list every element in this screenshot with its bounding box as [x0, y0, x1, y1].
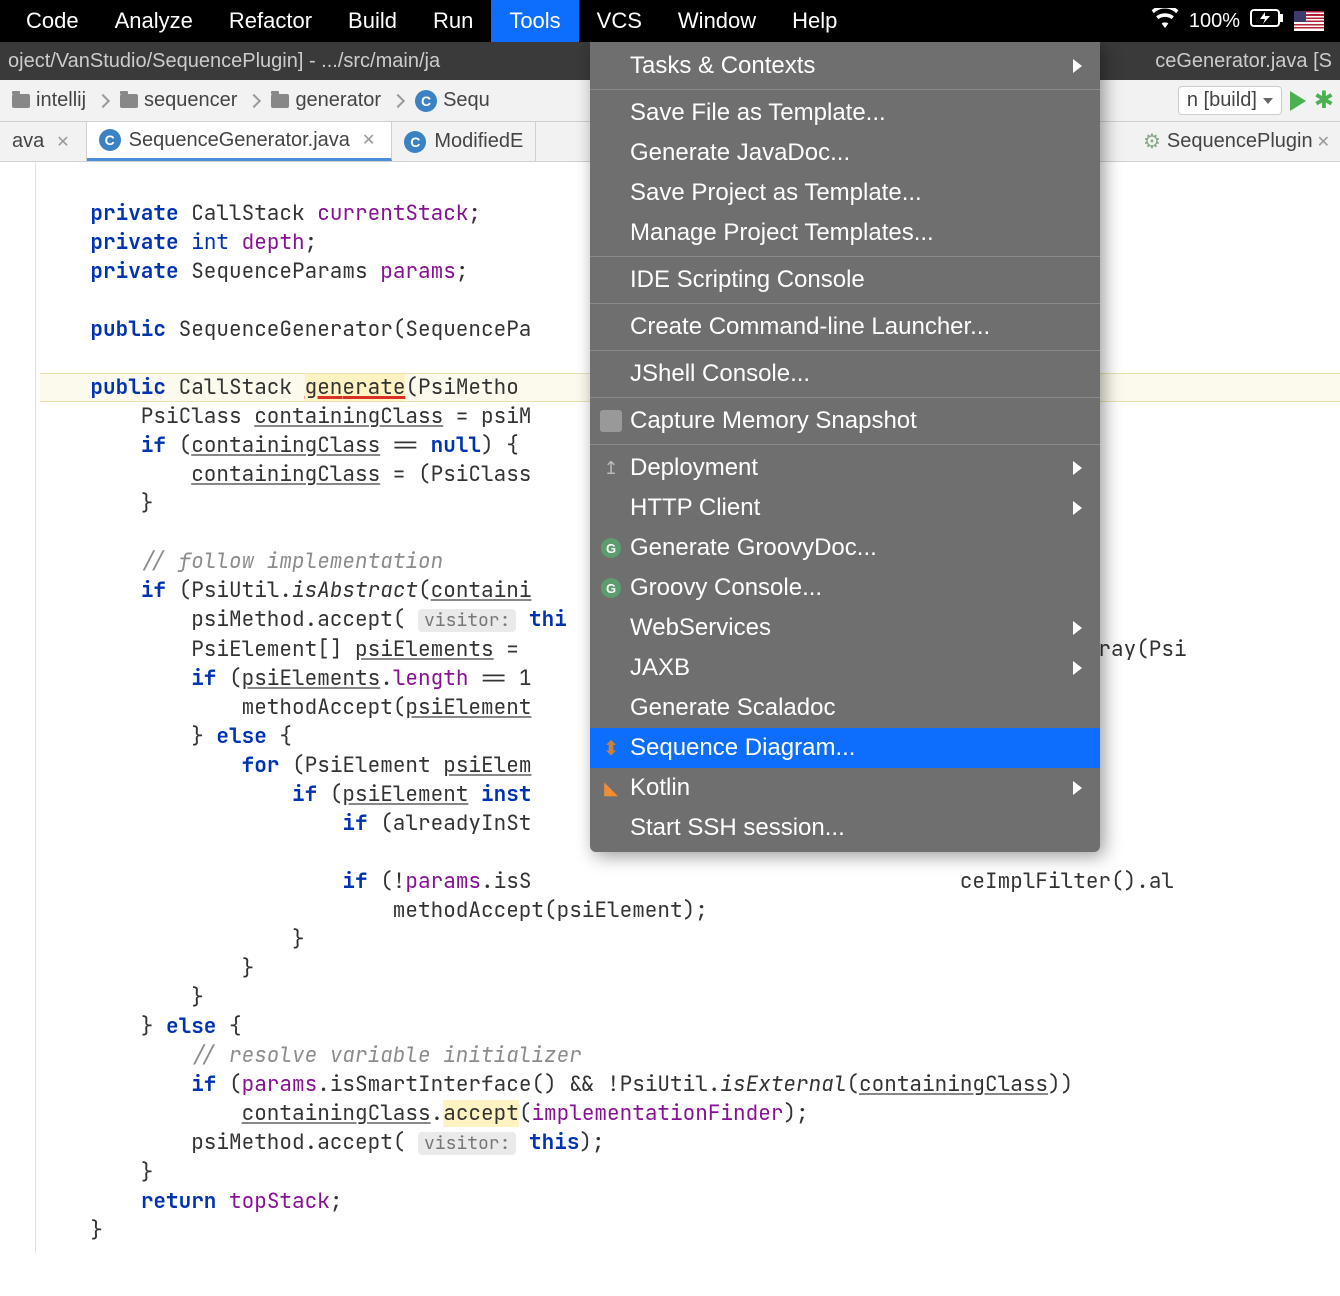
menu-analyze[interactable]: Analyze — [97, 0, 211, 42]
menu-code[interactable]: Code — [8, 0, 97, 42]
battery-icon — [1250, 9, 1284, 33]
menu-separator — [590, 397, 1100, 398]
menu-save-project-template[interactable]: Save Project as Template... — [590, 173, 1100, 213]
submenu-arrow-icon — [1073, 621, 1082, 635]
menu-separator — [590, 303, 1100, 304]
groovy-icon: G — [601, 538, 621, 558]
submenu-arrow-icon — [1073, 781, 1082, 795]
chevron-right-icon — [96, 93, 110, 107]
menu-ide-scripting[interactable]: IDE Scripting Console — [590, 260, 1100, 300]
menu-webservices[interactable]: WebServices — [590, 608, 1100, 648]
menu-tasks-contexts[interactable]: Tasks & Contexts — [590, 46, 1100, 86]
groovy-icon: G — [601, 578, 621, 598]
title-left: oject/VanStudio/SequencePlugin] - .../sr… — [8, 50, 440, 73]
run-config-selector[interactable]: n [build] — [1178, 86, 1282, 115]
menu-build[interactable]: Build — [330, 0, 415, 42]
menu-generate-groovydoc[interactable]: G Generate GroovyDoc... — [590, 528, 1100, 568]
menu-jaxb[interactable]: JAXB — [590, 648, 1100, 688]
plugin-icon: ⚙ — [1143, 129, 1161, 154]
chevron-right-icon — [247, 93, 261, 107]
tools-dropdown: Tasks & Contexts Save File as Template..… — [590, 42, 1100, 852]
menu-manage-project-templates[interactable]: Manage Project Templates... — [590, 213, 1100, 253]
menu-save-file-template[interactable]: Save File as Template... — [590, 93, 1100, 133]
menu-sequence-diagram[interactable]: Sequence Diagram... — [590, 728, 1100, 768]
title-right: ceGenerator.java [S — [1155, 50, 1332, 73]
menu-capture-memory[interactable]: Capture Memory Snapshot — [590, 401, 1100, 441]
close-icon[interactable]: ✕ — [358, 130, 379, 150]
debug-button[interactable]: ✱ — [1314, 86, 1334, 115]
breadcrumb-sequencer[interactable]: sequencer — [114, 89, 243, 112]
tab-sequence-plugin[interactable]: ⚙ SequencePlugin ✕ — [1143, 122, 1340, 162]
menu-kotlin[interactable]: Kotlin — [590, 768, 1100, 808]
close-icon[interactable]: ✕ — [52, 132, 73, 152]
menu-cmdline-launcher[interactable]: Create Command-line Launcher... — [590, 307, 1100, 347]
tab-sequence-generator[interactable]: C SequenceGenerator.java ✕ — [87, 122, 393, 161]
menu-tools[interactable]: Tools — [491, 0, 578, 42]
kotlin-icon — [600, 777, 622, 799]
run-button[interactable] — [1290, 91, 1306, 111]
close-icon[interactable]: ✕ — [1313, 132, 1334, 152]
menu-ssh-session[interactable]: Start SSH session... — [590, 808, 1100, 848]
camera-icon — [600, 410, 622, 432]
breadcrumb-generator[interactable]: generator — [265, 89, 387, 112]
menu-refactor[interactable]: Refactor — [211, 0, 330, 42]
folder-icon — [12, 94, 30, 108]
sequence-icon — [600, 737, 622, 759]
wifi-icon — [1151, 8, 1179, 34]
menu-run[interactable]: Run — [415, 0, 491, 42]
menu-generate-javadoc[interactable]: Generate JavaDoc... — [590, 133, 1100, 173]
submenu-arrow-icon — [1073, 661, 1082, 675]
menu-separator — [590, 444, 1100, 445]
menu-vcs[interactable]: VCS — [579, 0, 660, 42]
folder-icon — [271, 94, 289, 108]
menu-http-client[interactable]: HTTP Client — [590, 488, 1100, 528]
tab-modified[interactable]: C ModifiedE — [392, 122, 536, 161]
menu-separator — [590, 350, 1100, 351]
menu-jshell-console[interactable]: JShell Console... — [590, 354, 1100, 394]
menu-deployment[interactable]: Deployment — [590, 448, 1100, 488]
gutter — [0, 162, 36, 1253]
menu-bar: Code Analyze Refactor Build Run Tools VC… — [0, 0, 1340, 42]
menu-window[interactable]: Window — [660, 0, 774, 42]
submenu-arrow-icon — [1073, 501, 1082, 515]
flag-icon[interactable] — [1294, 11, 1324, 31]
class-icon: C — [404, 131, 426, 153]
battery-percent: 100% — [1189, 10, 1240, 33]
chevron-right-icon — [391, 93, 405, 107]
class-icon: C — [415, 90, 437, 112]
upload-icon — [600, 457, 622, 479]
breadcrumb-class[interactable]: C Sequ — [409, 89, 496, 112]
class-icon: C — [99, 129, 121, 151]
run-config-label: n [build] — [1187, 89, 1257, 112]
breadcrumb-intellij[interactable]: intellij — [6, 89, 92, 112]
tab-partial-left[interactable]: ava ✕ — [0, 122, 87, 161]
menu-generate-scaladoc[interactable]: Generate Scaladoc — [590, 688, 1100, 728]
menu-separator — [590, 89, 1100, 90]
menu-help[interactable]: Help — [774, 0, 855, 42]
menu-separator — [590, 256, 1100, 257]
folder-icon — [120, 94, 138, 108]
submenu-arrow-icon — [1073, 461, 1082, 475]
menu-groovy-console[interactable]: G Groovy Console... — [590, 568, 1100, 608]
chevron-down-icon — [1263, 98, 1273, 104]
status-tray: 100% — [1151, 8, 1332, 34]
submenu-arrow-icon — [1073, 59, 1082, 73]
